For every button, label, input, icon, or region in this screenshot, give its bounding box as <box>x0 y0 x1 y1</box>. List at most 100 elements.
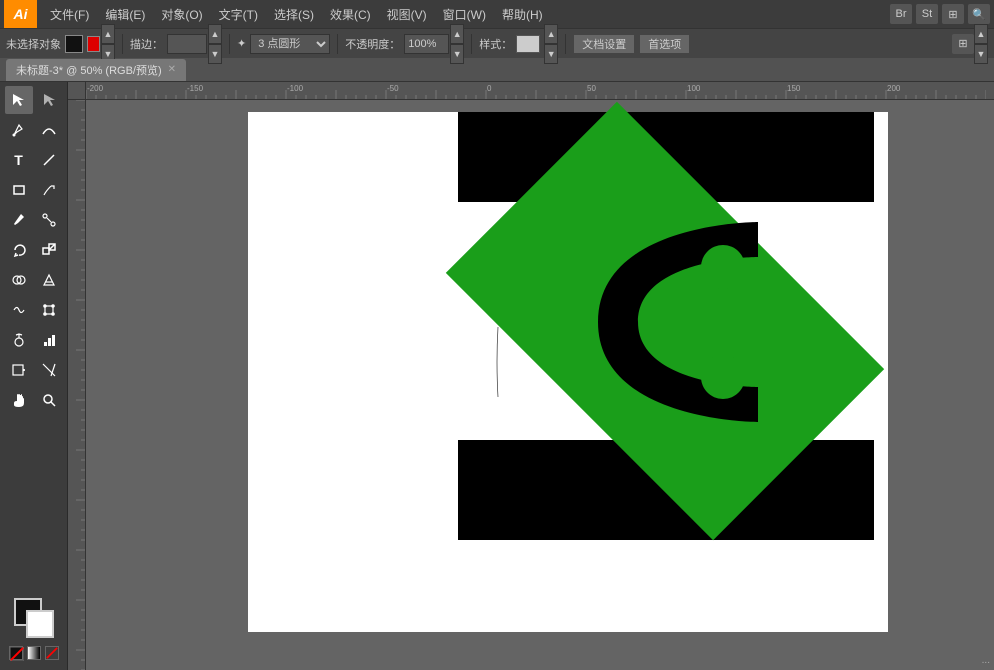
svg-text:50: 50 <box>587 84 596 93</box>
stroke-size-down[interactable]: ▼ <box>208 44 222 64</box>
bridge-icon[interactable]: Br <box>890 4 912 24</box>
horizontal-ruler: -200-150-100-50050100150200250 <box>86 82 994 100</box>
arrange-icon[interactable]: ⊞ <box>952 34 974 54</box>
stroke-size-up[interactable]: ▲ <box>208 24 222 44</box>
logo-c-svg <box>518 192 818 452</box>
doc-settings-button[interactable]: 文档设置 <box>573 34 635 54</box>
workspace-icon[interactable]: ⊞ <box>942 4 964 24</box>
style-down[interactable]: ▼ <box>544 44 558 64</box>
menu-edit[interactable]: 编辑(E) <box>98 4 152 25</box>
gradient-icon[interactable] <box>27 646 41 660</box>
tool-row-9 <box>5 326 63 354</box>
stroke-up[interactable]: ▲ <box>101 24 115 44</box>
slice-tool[interactable] <box>35 356 63 384</box>
arrange-down[interactable]: ▼ <box>974 44 988 64</box>
tool-row-11 <box>5 386 63 414</box>
shapebuilder-tool[interactable] <box>5 266 33 294</box>
svg-text:-200: -200 <box>87 84 104 93</box>
select-tool[interactable] <box>5 86 33 114</box>
tool-row-2 <box>5 116 63 144</box>
menu-select[interactable]: 选择(S) <box>267 4 321 25</box>
stroke-label: 描边： <box>130 36 163 52</box>
canvas-area[interactable]: -200-150-100-50050100150200250 <box>68 82 994 670</box>
opacity-down[interactable]: ▼ <box>450 44 464 64</box>
direct-select-tool[interactable] <box>35 86 63 114</box>
preferences-button[interactable]: 首选项 <box>639 34 690 54</box>
livepaint-tool[interactable] <box>35 266 63 294</box>
opacity-up[interactable]: ▲ <box>450 24 464 44</box>
search-icon[interactable]: 🔍 <box>968 4 990 24</box>
object-status: 未选择对象 <box>6 36 61 52</box>
tool-row-3: T <box>5 146 63 174</box>
hand-tool[interactable] <box>5 386 33 414</box>
background-swatch[interactable] <box>26 610 54 638</box>
svg-text:-50: -50 <box>387 84 399 93</box>
tool-row-5 <box>5 206 63 234</box>
tab-close-icon[interactable]: ✕ <box>168 64 176 75</box>
stock-icon[interactable]: St <box>916 4 938 24</box>
pen-tool[interactable] <box>5 116 33 144</box>
tool-row-7 <box>5 266 63 294</box>
svg-text:-150: -150 <box>187 84 204 93</box>
blend-tool[interactable] <box>35 206 63 234</box>
menu-window[interactable]: 窗口(W) <box>436 4 493 25</box>
artboard <box>248 112 888 632</box>
scale-tool[interactable] <box>35 236 63 264</box>
tab-bar: 未标题-3* @ 50% (RGB/预览) ✕ <box>0 58 994 82</box>
type-tool[interactable]: T <box>5 146 33 174</box>
document-tab[interactable]: 未标题-3* @ 50% (RGB/预览) ✕ <box>6 59 186 81</box>
color-swatches <box>3 592 65 666</box>
warp-tool[interactable] <box>5 296 33 324</box>
rect-tool[interactable] <box>5 176 33 204</box>
tool-row-1 <box>5 86 63 114</box>
svg-text:0: 0 <box>487 84 492 93</box>
stroke-input[interactable] <box>167 34 207 54</box>
style-label: 样式： <box>479 36 512 52</box>
menu-object[interactable]: 对象(O) <box>154 4 209 25</box>
none-icon[interactable] <box>45 646 59 660</box>
svg-text:100: 100 <box>687 84 701 93</box>
line-tool[interactable] <box>35 146 63 174</box>
svg-text:150: 150 <box>787 84 801 93</box>
arrange-up[interactable]: ▲ <box>974 24 988 44</box>
tool-row-4 <box>5 176 63 204</box>
tool-panel: T <box>0 82 68 670</box>
opacity-label: 不透明度： <box>345 36 400 52</box>
menu-view[interactable]: 视图(V) <box>380 4 434 25</box>
style-swatch[interactable] <box>516 35 540 53</box>
menu-bar: Ai 文件(F) 编辑(E) 对象(O) 文字(T) 选择(S) 效果(C) 视… <box>0 0 994 28</box>
style-up[interactable]: ▲ <box>544 24 558 44</box>
main-area: T <box>0 82 994 670</box>
stroke-color[interactable] <box>87 36 100 52</box>
zoom-tool[interactable] <box>35 386 63 414</box>
pencil-tool[interactable] <box>35 176 63 204</box>
graph-tool[interactable] <box>35 326 63 354</box>
svg-text:200: 200 <box>887 84 901 93</box>
svg-text:-100: -100 <box>287 84 304 93</box>
eyedropper-tool[interactable] <box>5 206 33 234</box>
menu-type[interactable]: 文字(T) <box>212 4 265 25</box>
tool-row-6 <box>5 236 63 264</box>
menu-right-icons: Br St ⊞ 🔍 <box>890 4 990 24</box>
freetransform-tool[interactable] <box>35 296 63 324</box>
swatch-area <box>14 598 54 638</box>
opacity-input[interactable] <box>404 34 449 54</box>
menu-help[interactable]: 帮助(H) <box>495 4 550 25</box>
fill-swatch[interactable] <box>65 35 83 53</box>
toolbar: 未选择对象 ▲ ▼ 描边： ▲ ▼ ✦ 3 点圆形 不透明度： ▲ ▼ 样式： … <box>0 28 994 58</box>
menu-effect[interactable]: 效果(C) <box>323 4 378 25</box>
points-label: ✦ <box>237 37 246 50</box>
artboard-tool[interactable] <box>5 356 33 384</box>
logo-c-wrapper <box>478 192 858 452</box>
tool-row-10 <box>5 356 63 384</box>
none-fill-icon[interactable] <box>9 646 23 660</box>
tool-row-8 <box>5 296 63 324</box>
menu-file[interactable]: 文件(F) <box>43 4 96 25</box>
brush-select[interactable]: 3 点圆形 <box>250 34 330 54</box>
rotate-tool[interactable] <box>5 236 33 264</box>
app-logo: Ai <box>4 0 37 28</box>
tab-label: 未标题-3* @ 50% (RGB/预览) <box>16 62 162 78</box>
curvature-tool[interactable] <box>35 116 63 144</box>
ruler-corner <box>68 82 86 100</box>
symbolsprayer-tool[interactable] <box>5 326 33 354</box>
